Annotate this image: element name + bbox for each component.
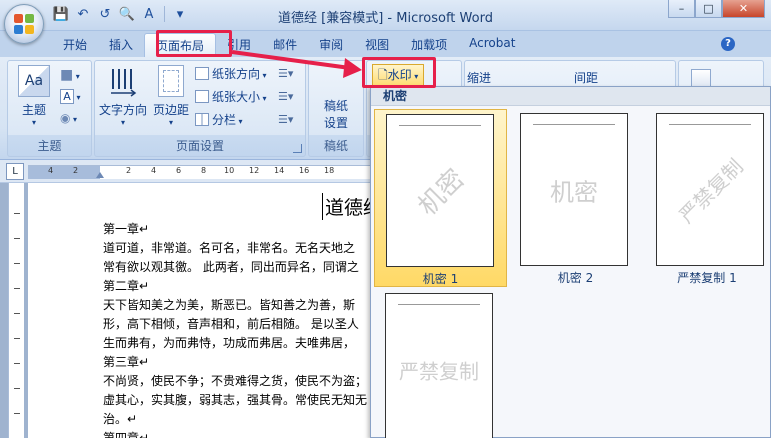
annotation-highlight-page-layout	[156, 30, 232, 57]
annotation-highlight-watermark	[362, 57, 436, 88]
